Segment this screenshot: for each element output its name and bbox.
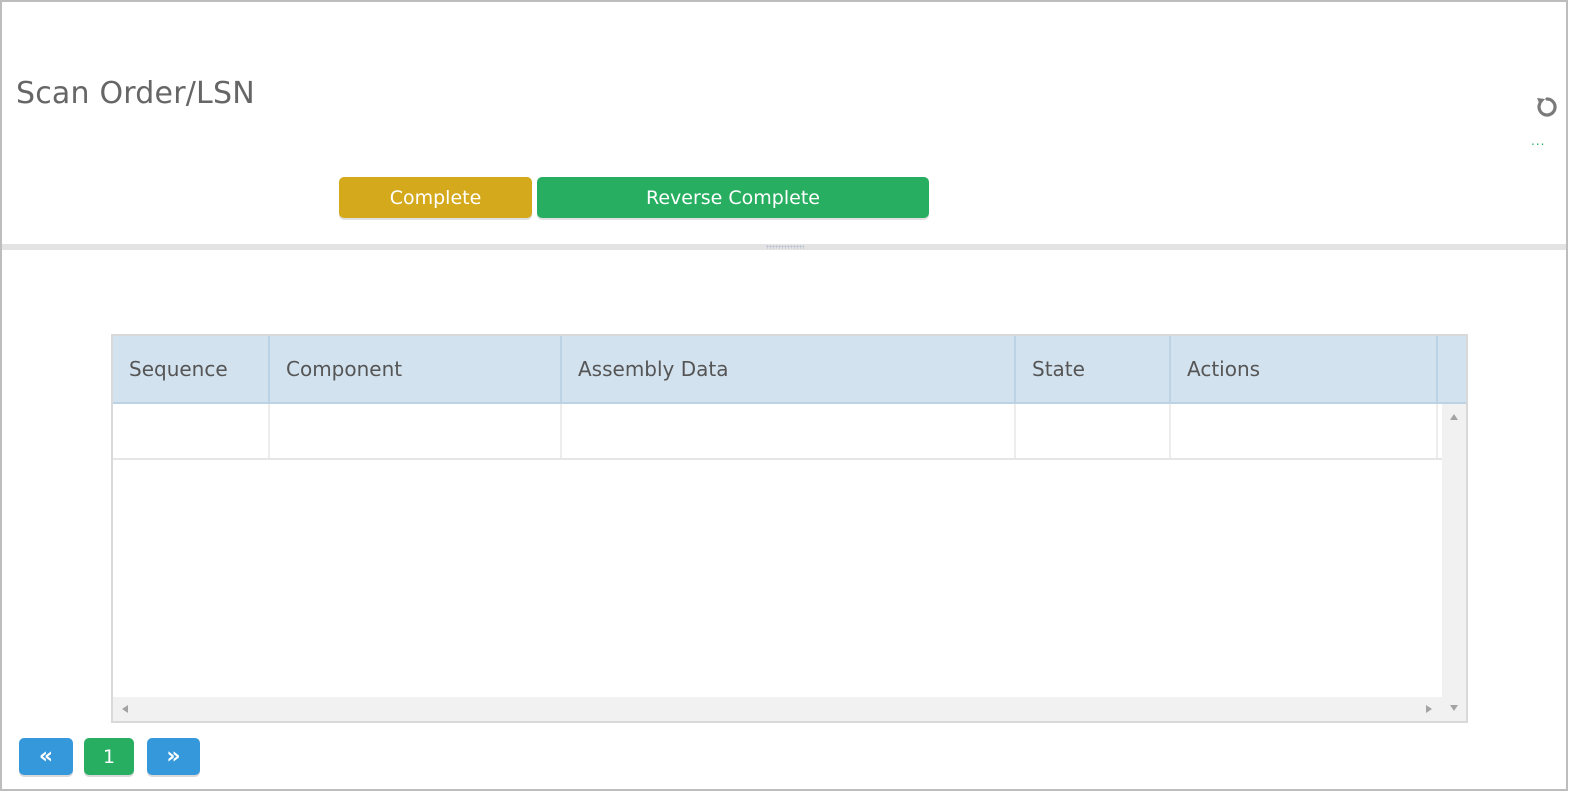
table-cell xyxy=(562,404,1016,458)
column-header-actions[interactable]: Actions xyxy=(1171,336,1438,402)
table-cell xyxy=(1016,404,1171,458)
chevron-double-left-icon: « xyxy=(38,744,54,769)
grid-header: Sequence Component Assembly Data State A… xyxy=(113,336,1466,404)
vertical-scrollbar[interactable] xyxy=(1442,404,1466,721)
pager-page-button[interactable]: 1 xyxy=(84,738,134,775)
scroll-down-icon[interactable] xyxy=(1450,705,1458,711)
grid-body xyxy=(113,404,1442,696)
refresh-icon[interactable] xyxy=(1534,94,1560,120)
column-header-assembly-data[interactable]: Assembly Data xyxy=(562,336,1016,402)
table-cell xyxy=(1171,404,1438,458)
scroll-right-icon[interactable] xyxy=(1426,705,1432,713)
app-frame: Scan Order/LSN ... Complete Reverse Comp… xyxy=(0,0,1568,791)
assembly-grid: Sequence Component Assembly Data State A… xyxy=(111,334,1468,723)
complete-button[interactable]: Complete xyxy=(339,177,532,218)
scroll-up-icon[interactable] xyxy=(1450,414,1458,420)
table-cell xyxy=(113,404,270,458)
table-row[interactable] xyxy=(113,404,1442,460)
splitter-grip-icon[interactable] xyxy=(766,245,804,249)
reverse-complete-button[interactable]: Reverse Complete xyxy=(537,177,929,218)
horizontal-scrollbar[interactable] xyxy=(113,697,1442,721)
column-header-state[interactable]: State xyxy=(1016,336,1171,402)
chevron-double-right-icon: » xyxy=(166,744,181,769)
pager-previous-button[interactable]: « xyxy=(19,738,73,775)
scroll-left-icon[interactable] xyxy=(122,705,128,713)
scan-panel: Scan Order/LSN ... Complete Reverse Comp… xyxy=(2,2,1566,244)
panel-splitter[interactable] xyxy=(2,244,1566,250)
pager-next-button[interactable]: » xyxy=(147,738,200,775)
column-header-component[interactable]: Component xyxy=(270,336,562,402)
table-cell xyxy=(270,404,562,458)
page-title: Scan Order/LSN xyxy=(16,76,255,111)
more-options-link[interactable]: ... xyxy=(1531,134,1545,148)
column-header-sequence[interactable]: Sequence xyxy=(113,336,270,402)
